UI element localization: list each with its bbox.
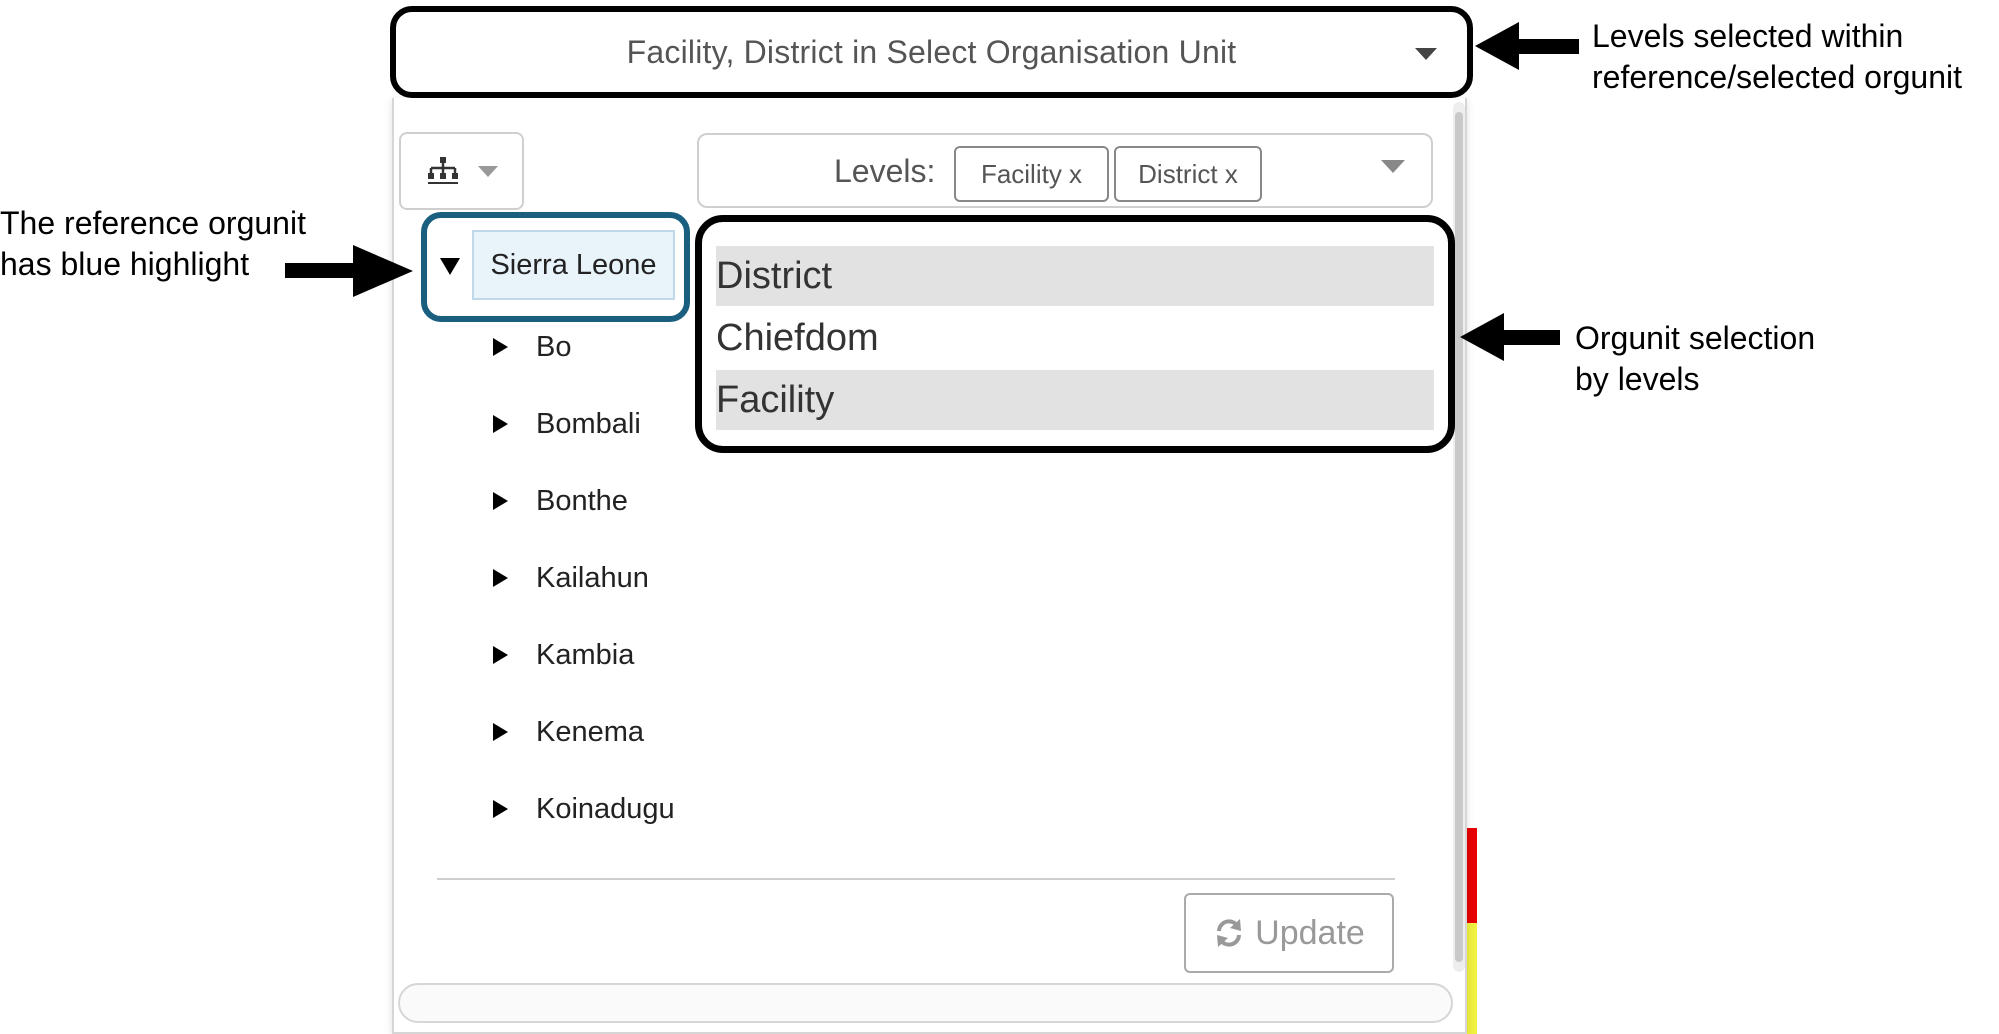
level-option-district[interactable]: District <box>716 246 1434 306</box>
tree-item-label: Bo <box>536 330 572 363</box>
chevron-down-icon <box>1381 160 1405 173</box>
tree-item-label: Koinadugu <box>536 792 675 825</box>
caret-right-icon <box>493 723 508 741</box>
caret-down-icon <box>440 258 460 275</box>
tree-item-label: Kambia <box>536 638 635 671</box>
tree-item-label: Bonthe <box>536 484 628 517</box>
annotation-line: The reference orgunit <box>0 205 306 241</box>
tree-root-sierra-leone[interactable]: Sierra Leone <box>472 230 675 300</box>
annotation-orgunit-selection: Orgunit selection by levels <box>1575 318 1875 400</box>
arrow-right-icon <box>353 245 413 297</box>
caret-right-icon <box>493 646 508 664</box>
arrow-left-icon <box>1475 22 1519 70</box>
tree-item-label: Bombali <box>536 407 641 440</box>
update-button[interactable]: Update <box>1184 893 1394 973</box>
annotation-line: reference/selected orgunit <box>1592 59 1962 95</box>
annotation-line: Levels selected within <box>1592 18 1904 54</box>
caret-right-icon <box>493 338 508 356</box>
caret-right-icon <box>493 492 508 510</box>
tree-item-label: Kenema <box>536 715 645 748</box>
tree-item-koinadugu[interactable]: Koinadugu <box>493 789 675 829</box>
tree-item-bombali[interactable]: Bombali <box>493 404 641 444</box>
annotation-arrow-shaft <box>285 263 357 278</box>
footer-divider <box>437 878 1395 880</box>
caret-right-icon <box>493 800 508 818</box>
levels-select[interactable]: Levels: Facility x District x <box>697 133 1433 208</box>
level-option-chiefdom[interactable]: Chiefdom <box>716 308 1434 368</box>
tree-item-kambia[interactable]: Kambia <box>493 635 634 675</box>
caret-right-icon <box>493 415 508 433</box>
arrow-left-icon <box>1460 313 1504 361</box>
refresh-icon <box>1217 919 1242 947</box>
level-chip-district[interactable]: District x <box>1114 146 1262 202</box>
background-fragment-red <box>1467 828 1477 923</box>
annotation-arrow-shaft <box>1515 39 1579 54</box>
chevron-down-icon <box>1415 48 1437 60</box>
caret-right-icon <box>493 569 508 587</box>
level-chip-facility[interactable]: Facility x <box>954 146 1109 202</box>
levels-label: Levels: <box>834 153 936 189</box>
tree-item-kailahun[interactable]: Kailahun <box>493 558 649 598</box>
org-tree-icon <box>427 157 458 184</box>
annotation-arrow-shaft <box>1502 330 1560 345</box>
tree-item-kenema[interactable]: Kenema <box>493 712 644 752</box>
annotation-line: by levels <box>1575 361 1700 397</box>
annotation-levels-selected: Levels selected within reference/selecte… <box>1592 16 1999 98</box>
level-options-list: District Chiefdom Facility <box>695 215 1455 453</box>
horizontal-scrollbar[interactable] <box>398 983 1453 1023</box>
level-option-facility[interactable]: Facility <box>716 370 1434 430</box>
orgunit-summary-select[interactable]: Facility, District in Select Organisatio… <box>390 6 1473 98</box>
tree-item-label: Kailahun <box>536 561 649 594</box>
hierarchy-mode-button[interactable] <box>399 132 524 210</box>
orgunit-summary-text: Facility, District in Select Organisatio… <box>626 33 1237 70</box>
chevron-down-icon <box>477 165 498 177</box>
update-button-label: Update <box>1255 913 1365 952</box>
expand-toggle-root[interactable] <box>440 258 460 275</box>
tree-item-bonthe[interactable]: Bonthe <box>493 481 628 521</box>
background-fragment-yellow <box>1467 923 1477 1034</box>
tree-item-bo[interactable]: Bo <box>493 327 571 367</box>
annotation-line: Orgunit selection <box>1575 320 1816 356</box>
scrollbar-thumb[interactable] <box>1455 112 1463 962</box>
